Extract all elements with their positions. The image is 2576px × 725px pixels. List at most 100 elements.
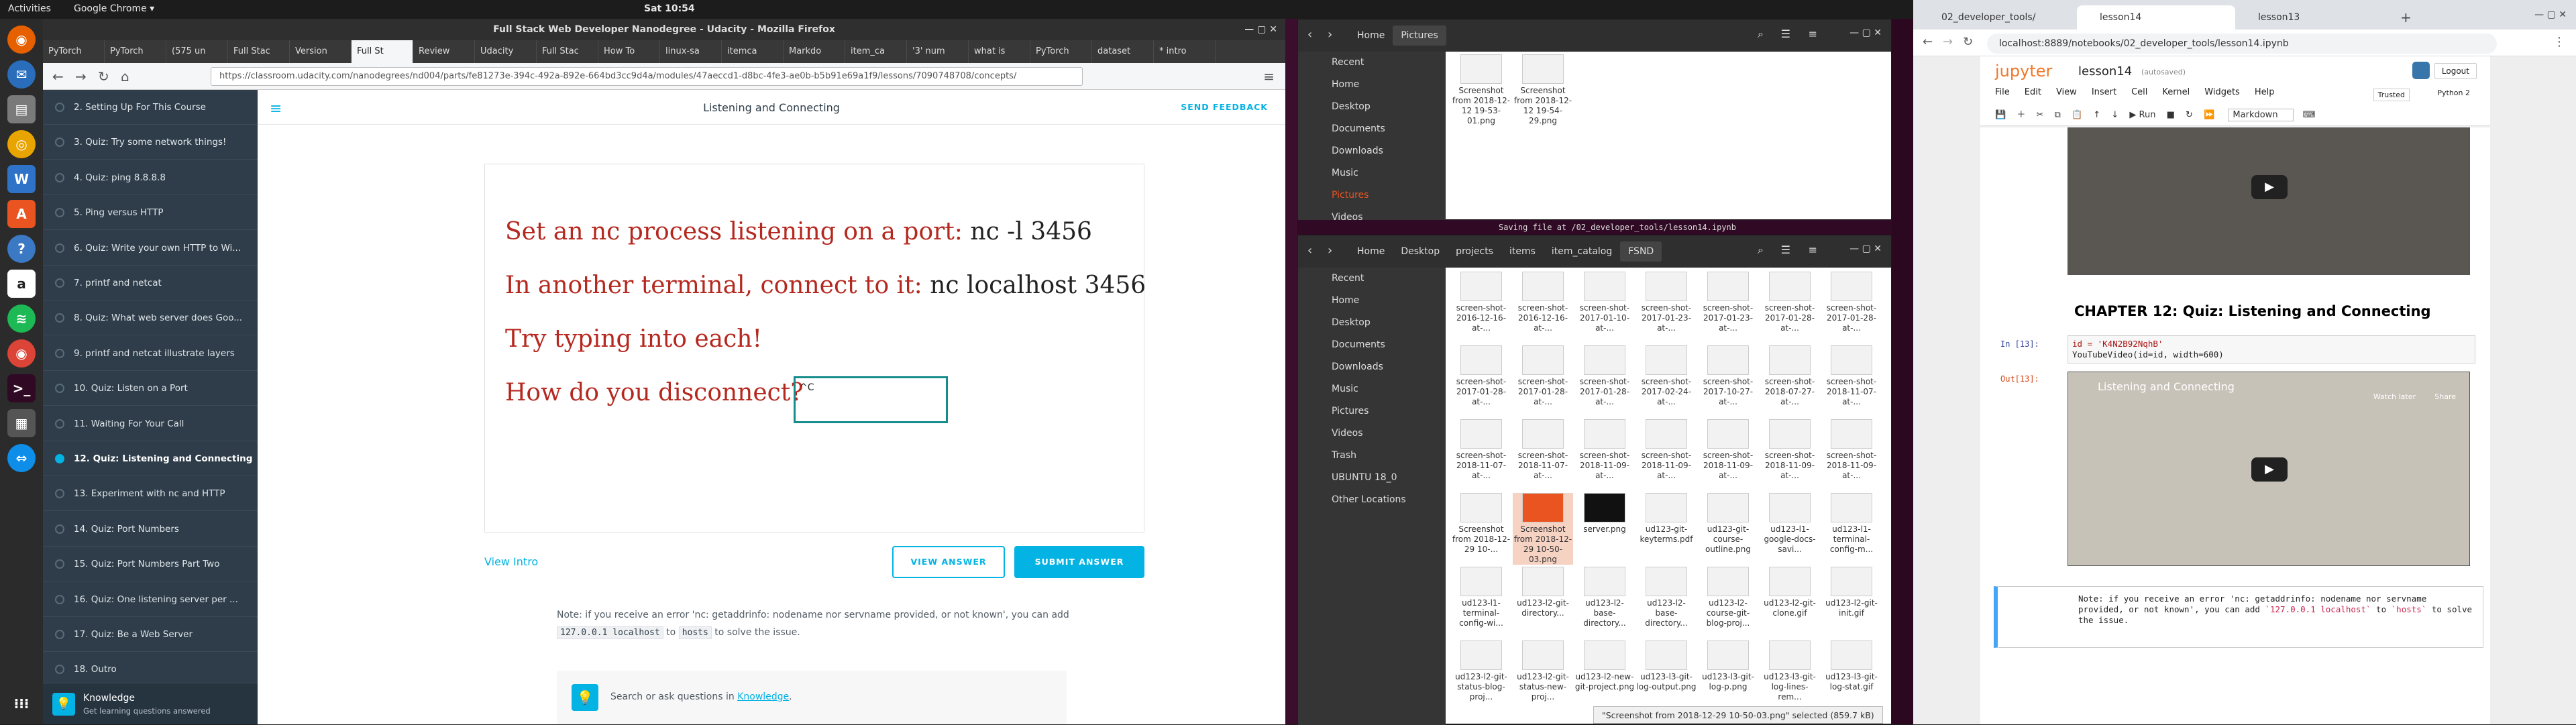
jupyter-menu-item[interactable]: Kernel xyxy=(2162,87,2190,97)
files-icon[interactable]: ▤ xyxy=(7,95,36,123)
cut-icon[interactable]: ✂ xyxy=(2036,110,2043,120)
app-menu[interactable]: Google Chrome ▾ xyxy=(74,3,154,14)
view-list-icon[interactable]: ☰ xyxy=(1781,243,1790,256)
file-item[interactable]: ud123-l2-new-git-project.png xyxy=(1574,640,1635,692)
knowledge-box-link[interactable]: Knowledge xyxy=(737,691,789,702)
rhythmbox-icon[interactable]: ◎ xyxy=(7,130,36,158)
watch-later-label[interactable]: Watch later xyxy=(2373,392,2416,401)
clock[interactable]: Sat 10:54 xyxy=(644,3,695,14)
restart-run-icon[interactable]: ⏩ xyxy=(2204,110,2214,120)
breadcrumb-item[interactable]: items xyxy=(1501,241,1544,262)
browser-tab[interactable]: Version xyxy=(290,40,352,63)
browser-tab[interactable]: Full Stac xyxy=(537,40,598,63)
show-apps-icon[interactable]: ⁝⁝⁝ xyxy=(7,689,36,718)
file-item[interactable]: screen-shot-2017-01-28-at-... xyxy=(1821,272,1882,333)
view-intro-link[interactable]: View Intro xyxy=(484,555,538,568)
browser-tab[interactable]: item_ca xyxy=(845,40,907,63)
file-item[interactable]: ud123-l2-git-status-new-proj... xyxy=(1513,640,1573,702)
lesson-item[interactable]: 14. Quiz: Port Numbers xyxy=(43,512,258,547)
file-item[interactable]: screen-shot-2017-10-27-at-... xyxy=(1698,345,1758,407)
teamviewer-icon[interactable]: ⇔ xyxy=(7,444,36,472)
play-icon[interactable]: ▶ xyxy=(2251,457,2288,482)
browser-tab[interactable]: PyTorch xyxy=(43,40,105,63)
search-icon[interactable]: ⌕ xyxy=(1758,27,1764,41)
browser-tab[interactable]: How To xyxy=(598,40,660,63)
file-item[interactable]: screen-shot-2017-01-10-at-... xyxy=(1574,272,1635,333)
lesson-item[interactable]: 16. Quiz: One listening server per ... xyxy=(43,582,258,617)
file-item[interactable]: ud123-l2-git-status-blog-proj... xyxy=(1451,640,1511,702)
lesson-item[interactable]: 9. printf and netcat illustrate layers xyxy=(43,336,258,371)
sidebar-place[interactable]: Pictures xyxy=(1298,400,1446,423)
play-icon[interactable]: ▶ xyxy=(2251,175,2288,199)
window-controls[interactable]: — ▢ ✕ xyxy=(1849,243,1882,254)
sidebar-place[interactable]: Recent xyxy=(1298,52,1446,74)
menu-icon[interactable]: ≡ xyxy=(1809,27,1817,40)
video-thumbnail-top[interactable]: ▶ xyxy=(2068,127,2470,275)
amazon-icon[interactable]: a xyxy=(7,270,36,298)
breadcrumb-item[interactable]: Desktop xyxy=(1393,241,1448,262)
help-icon[interactable]: ? xyxy=(7,235,36,263)
lesson-item[interactable]: 5. Ping versus HTTP xyxy=(43,195,258,231)
browser-tab[interactable]: Full Stac xyxy=(228,40,290,63)
view-list-icon[interactable]: ☰ xyxy=(1781,27,1790,40)
window-controls[interactable]: — ▢ ✕ xyxy=(1244,19,1277,40)
sidebar-place[interactable]: UBUNTU 18_0 xyxy=(1298,467,1446,489)
file-item[interactable]: ud123-l2-base-directory... xyxy=(1636,567,1697,628)
browser-tab[interactable]: Full St xyxy=(352,40,413,63)
file-item[interactable]: Screenshot from 2018-12-12 19-53-01.png xyxy=(1451,54,1511,126)
file-item[interactable]: ud123-l2-git-clone.gif xyxy=(1760,567,1820,618)
file-item[interactable]: server.png xyxy=(1574,493,1635,535)
breadcrumb-item[interactable]: projects xyxy=(1448,241,1501,262)
file-item[interactable]: screen-shot-2018-11-09-at-... xyxy=(1698,419,1758,481)
software-icon[interactable]: A xyxy=(7,200,36,228)
reload-icon[interactable]: ↻ xyxy=(98,68,109,85)
lesson-item[interactable]: 17. Quiz: Be a Web Server xyxy=(43,617,258,652)
search-icon[interactable]: ⌕ xyxy=(1758,243,1764,257)
browser-tab[interactable]: (575 un xyxy=(166,40,228,63)
file-item[interactable]: screen-shot-2017-01-28-at-... xyxy=(1513,345,1573,407)
file-item[interactable]: screen-shot-2018-11-09-at-... xyxy=(1821,419,1882,481)
file-item[interactable]: screen-shot-2017-01-28-at-... xyxy=(1574,345,1635,407)
file-item[interactable]: ud123-l2-git-init.gif xyxy=(1821,567,1882,618)
file-item[interactable]: ud123-l1-google-docs-savi... xyxy=(1760,493,1820,555)
copy-icon[interactable]: ⧉ xyxy=(2055,110,2061,120)
chrome-tab[interactable]: 02_developer_tools/ xyxy=(1919,5,2077,30)
breadcrumb-item[interactable]: item_catalog xyxy=(1544,241,1620,262)
file-item[interactable]: ud123-git-course-outline.png xyxy=(1698,493,1758,555)
file-item[interactable]: Screenshot from 2018-12-12 19-54-29.png xyxy=(1513,54,1573,126)
chrome-tab[interactable]: lesson13 xyxy=(2235,5,2394,30)
menu-icon[interactable]: ≡ xyxy=(1263,68,1275,85)
writer-icon[interactable]: W xyxy=(7,165,36,193)
add-cell-icon[interactable]: ＋ xyxy=(2017,110,2025,120)
file-item[interactable]: screen-shot-2018-11-07-at-... xyxy=(1821,345,1882,407)
lesson-item[interactable]: 10. Quiz: Listen on a Port xyxy=(43,371,258,406)
file-item[interactable]: screen-shot-2018-11-09-at-... xyxy=(1760,419,1820,481)
forward-icon[interactable]: › xyxy=(1328,243,1332,258)
file-item[interactable]: ud123-git-keyterms.pdf xyxy=(1636,493,1697,545)
file-item[interactable]: screen-shot-2018-11-09-at-... xyxy=(1636,419,1697,481)
code-editor[interactable]: id = 'K4N2B92NqhB' YouTubeVideo(id=id, w… xyxy=(2068,335,2475,364)
paste-icon[interactable]: 📋 xyxy=(2072,110,2082,120)
back-icon[interactable]: ← xyxy=(52,68,64,85)
back-icon[interactable]: ← xyxy=(1923,35,1933,49)
sidebar-place[interactable]: Music xyxy=(1298,378,1446,400)
lesson-item[interactable]: 12. Quiz: Listening and Connecting xyxy=(43,441,258,476)
spotify-icon[interactable]: ≋ xyxy=(7,304,36,333)
lesson-item[interactable]: 2. Setting Up For This Course xyxy=(43,90,258,125)
file-item[interactable]: Screenshot from 2018-12-29 10-50-03.png xyxy=(1513,493,1573,565)
menu-icon[interactable]: ≡ xyxy=(1809,243,1817,256)
trusted-badge[interactable]: Trusted xyxy=(2373,89,2410,101)
back-icon[interactable]: ‹ xyxy=(1307,27,1312,42)
jupyter-menu-item[interactable]: Help xyxy=(2255,87,2275,97)
file-item[interactable]: ud123-l2-base-directory... xyxy=(1574,567,1635,628)
notebook-name[interactable]: lesson14 xyxy=(2078,64,2132,78)
chrome-tab-active[interactable]: lesson14 xyxy=(2077,5,2235,30)
browser-tab[interactable]: what is xyxy=(969,40,1030,63)
view-answer-button[interactable]: VIEW ANSWER xyxy=(892,546,1005,578)
logout-button[interactable]: Logout xyxy=(2434,63,2477,79)
sidebar-place[interactable]: Home xyxy=(1298,290,1446,312)
youtube-embed[interactable]: Listening and Connecting Watch later Sha… xyxy=(2068,372,2470,566)
lesson-item[interactable]: 18. Outro xyxy=(43,652,258,687)
file-item[interactable]: ud123-l3-git-log-lines-rem... xyxy=(1760,640,1820,702)
cell-type-select[interactable]: Markdown xyxy=(2228,109,2294,121)
